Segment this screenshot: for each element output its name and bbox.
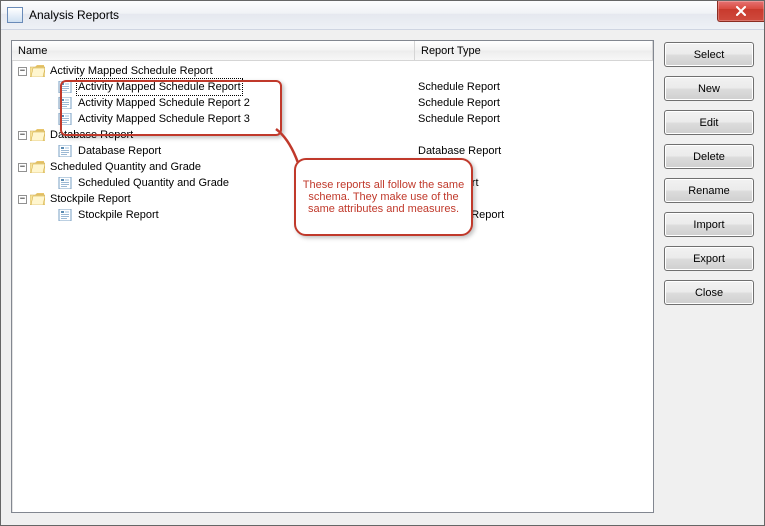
tree-row-name-cell: Database Report xyxy=(14,143,410,159)
tree-row-name-cell: Activity Mapped Schedule Report xyxy=(14,79,410,95)
close-icon xyxy=(735,6,747,16)
collapse-icon[interactable]: − xyxy=(18,163,27,172)
tree-row[interactable]: Stockpile Report Stockpiles Report xyxy=(14,207,653,223)
title-bar: Analysis Reports xyxy=(1,1,764,30)
report-icon xyxy=(58,113,73,125)
tree-row[interactable]: Activity Mapped Schedule Report Schedule … xyxy=(14,79,653,95)
new-button[interactable]: New xyxy=(664,76,754,101)
close-button[interactable]: Close xyxy=(664,280,754,305)
tree-row-label: Database Report xyxy=(77,143,162,159)
report-icon xyxy=(58,177,73,189)
export-button[interactable]: Export xyxy=(664,246,754,271)
report-icon xyxy=(58,209,73,221)
tree-row[interactable]: Scheduled Quantity and Grade Pivot Report xyxy=(14,175,653,191)
collapse-icon[interactable]: − xyxy=(18,67,27,76)
folder-icon xyxy=(30,65,45,77)
report-icon xyxy=(58,145,73,157)
tree-row-label: Scheduled Quantity and Grade xyxy=(49,159,202,175)
window: Analysis Reports Name Report Type These … xyxy=(0,0,765,526)
import-button[interactable]: Import xyxy=(664,212,754,237)
edit-button[interactable]: Edit xyxy=(664,110,754,135)
tree-row-label: Database Report xyxy=(49,127,134,143)
client-area: Name Report Type These reports all follo… xyxy=(1,30,764,525)
report-list-panel: Name Report Type These reports all follo… xyxy=(11,40,654,513)
collapse-icon[interactable]: − xyxy=(18,131,27,140)
folder-icon xyxy=(30,193,45,205)
tree-row-name-cell: − Stockpile Report xyxy=(14,191,410,207)
folder-icon xyxy=(30,161,45,173)
column-header-type[interactable]: Report Type xyxy=(415,41,653,60)
tree-row-label: Activity Mapped Schedule Report 2 xyxy=(77,95,251,111)
button-bar: Select New Edit Delete Rename Import Exp… xyxy=(664,40,754,513)
tree-row-name-cell: − Database Report xyxy=(14,127,410,143)
tree-row-name-cell: − Activity Mapped Schedule Report xyxy=(14,63,410,79)
folder-icon xyxy=(30,129,45,141)
column-headers: Name Report Type xyxy=(12,41,653,61)
delete-button[interactable]: Delete xyxy=(664,144,754,169)
report-icon xyxy=(58,81,73,93)
tree-row-type: Schedule Report xyxy=(410,111,653,127)
tree-row-type: Database Report xyxy=(410,143,653,159)
tree-row-type: Schedule Report xyxy=(410,79,653,95)
tree-row-type: Schedule Report xyxy=(410,95,653,111)
collapse-icon[interactable]: − xyxy=(18,195,27,204)
tree-row-label: Scheduled Quantity and Grade xyxy=(77,175,230,191)
tree-row-name-cell: Stockpile Report xyxy=(14,207,410,223)
tree-row[interactable]: − Database Report xyxy=(14,127,653,143)
tree-row[interactable]: − Stockpile Report xyxy=(14,191,653,207)
tree-row[interactable]: Database Report Database Report xyxy=(14,143,653,159)
select-button[interactable]: Select xyxy=(664,42,754,67)
tree-row[interactable]: − Activity Mapped Schedule Report xyxy=(14,63,653,79)
tree-row-label: Activity Mapped Schedule Report xyxy=(77,79,242,95)
app-icon xyxy=(7,7,23,23)
tree-row[interactable]: − Scheduled Quantity and Grade xyxy=(14,159,653,175)
tree-row-name-cell: Scheduled Quantity and Grade xyxy=(14,175,410,191)
tree-row-name-cell: Activity Mapped Schedule Report 2 xyxy=(14,95,410,111)
window-title: Analysis Reports xyxy=(29,8,119,22)
rename-button[interactable]: Rename xyxy=(664,178,754,203)
tree-row[interactable]: Activity Mapped Schedule Report 3 Schedul… xyxy=(14,111,653,127)
tree-row-type: Pivot Report xyxy=(410,175,653,191)
report-icon xyxy=(58,97,73,109)
tree-row-label: Activity Mapped Schedule Report xyxy=(49,63,214,79)
tree-row-name-cell: Activity Mapped Schedule Report 3 xyxy=(14,111,410,127)
tree-row[interactable]: Activity Mapped Schedule Report 2 Schedul… xyxy=(14,95,653,111)
tree-row-label: Stockpile Report xyxy=(77,207,160,223)
tree-row-label: Stockpile Report xyxy=(49,191,132,207)
tree-row-name-cell: − Scheduled Quantity and Grade xyxy=(14,159,410,175)
window-close-button[interactable] xyxy=(717,1,764,22)
tree-row-label: Activity Mapped Schedule Report 3 xyxy=(77,111,251,127)
column-header-name[interactable]: Name xyxy=(12,41,415,60)
tree-row-type: Stockpiles Report xyxy=(410,207,653,223)
report-tree[interactable]: These reports all follow the same schema… xyxy=(12,61,653,512)
